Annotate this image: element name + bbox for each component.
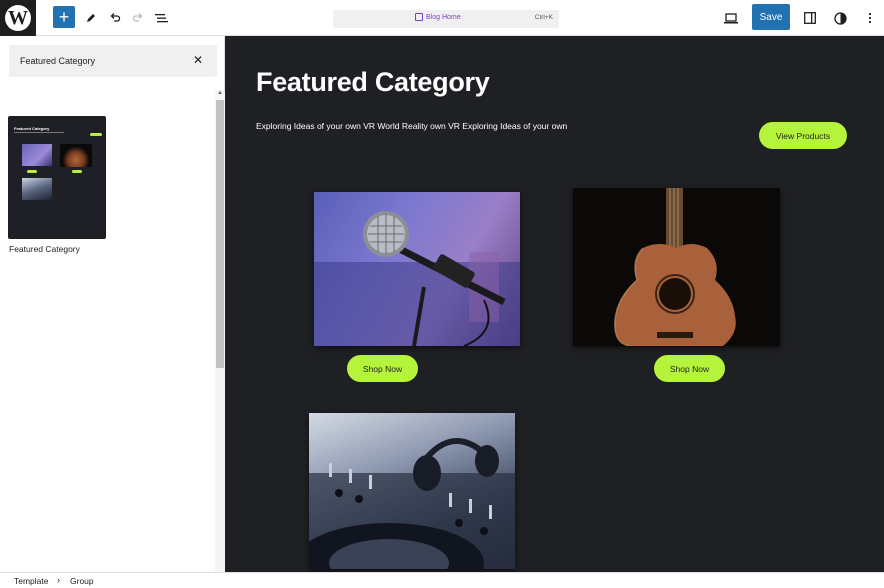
view-products-button[interactable]: View Products — [759, 122, 847, 149]
template-icon — [415, 13, 423, 21]
pattern-inserter-panel: Featured Category ✕ Featured Category Fe… — [0, 36, 225, 588]
pattern-preview-title: Featured Category — [14, 126, 50, 131]
pencil-icon[interactable] — [80, 7, 102, 29]
scroll-up-icon[interactable]: ▲ — [217, 90, 223, 96]
editor-canvas[interactable]: Featured Category Exploring Ideas of you… — [225, 36, 884, 572]
guitar-image[interactable] — [573, 188, 780, 346]
shop-now-button-2[interactable]: Shop Now — [654, 355, 725, 382]
shop-now-button[interactable]: Shop Now — [347, 355, 418, 382]
list-view-icon[interactable] — [150, 7, 172, 29]
save-button[interactable]: Save — [752, 4, 790, 30]
more-options-icon[interactable] — [859, 7, 881, 29]
wordpress-logo-icon[interactable]: W — [0, 0, 36, 36]
contrast-icon[interactable] — [829, 7, 851, 29]
chevron-right-icon: › — [57, 575, 60, 585]
breadcrumb-item-template[interactable]: Template — [14, 576, 49, 586]
pattern-preview-featured-category[interactable]: Featured Category — [8, 116, 106, 239]
breadcrumb-item-group[interactable]: Group — [70, 576, 94, 586]
command-palette-bar[interactable]: Blog Home Ctrl+K — [333, 10, 559, 28]
section-subtitle[interactable]: Exploring Ideas of your own VR World Rea… — [256, 121, 567, 131]
section-heading[interactable]: Featured Category — [256, 67, 490, 98]
microphone-image[interactable] — [314, 192, 520, 346]
redo-icon[interactable] — [127, 7, 149, 29]
pattern-search-input[interactable]: Featured Category ✕ — [9, 45, 217, 77]
pattern-label: Featured Category — [9, 244, 80, 254]
search-value: Featured Category — [20, 56, 96, 66]
scrollbar-thumb[interactable] — [216, 100, 224, 368]
block-breadcrumb: Template › Group — [0, 572, 884, 588]
sidebar-toggle-icon[interactable] — [799, 7, 821, 29]
shortcut-hint: Ctrl+K — [534, 14, 553, 21]
editor-toolbar: W + Blog Home Ctrl+K Save — [0, 0, 884, 36]
undo-icon[interactable] — [104, 7, 126, 29]
desktop-view-icon[interactable] — [720, 7, 742, 29]
dj-equipment-image[interactable] — [309, 413, 515, 569]
close-icon[interactable]: ✕ — [193, 53, 203, 67]
add-block-button[interactable]: + — [53, 6, 75, 28]
document-title: Blog Home — [426, 13, 461, 21]
